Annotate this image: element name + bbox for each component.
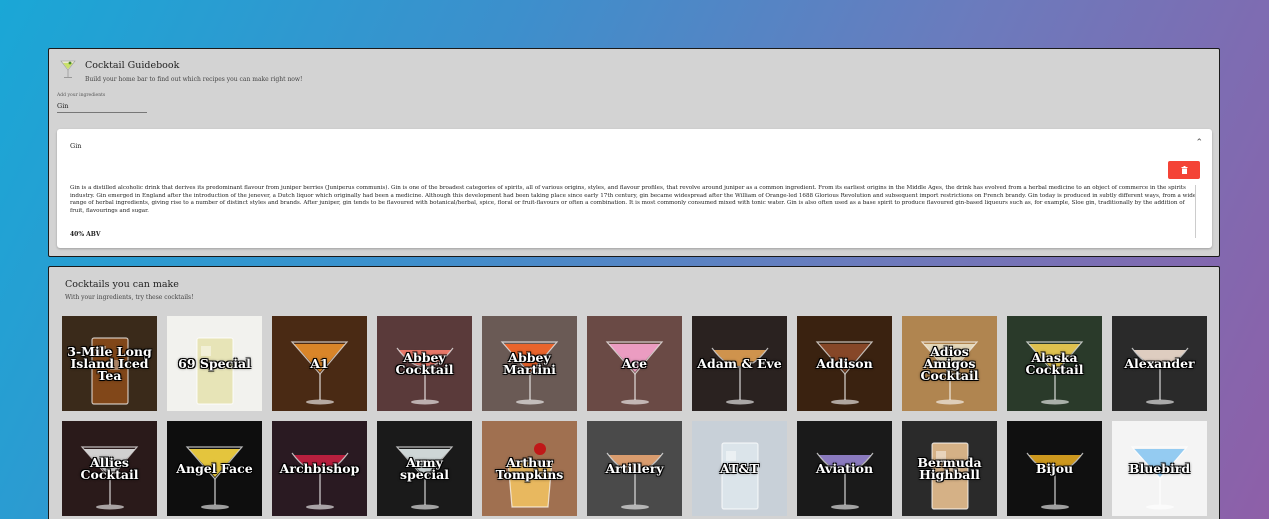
cocktail-name: Archbishop	[279, 460, 360, 476]
cocktail-tile[interactable]: Bijou	[1007, 421, 1102, 516]
martini-glass-icon	[60, 60, 76, 78]
description-scrollbar[interactable]	[1195, 185, 1199, 238]
chevron-up-icon[interactable]: ⌃	[1195, 138, 1203, 148]
ingredient-card-gin: Gin ⌃ Gin is a distilled alcoholic drink…	[57, 129, 1212, 248]
ingredient-input[interactable]	[57, 100, 147, 113]
ingredient-input-label: Add your ingredients	[57, 93, 106, 98]
cocktail-name: Alexander	[1124, 355, 1195, 371]
cocktail-tile[interactable]: Alaska Cocktail	[1007, 316, 1102, 411]
cocktail-tile[interactable]: Bermuda Highball	[902, 421, 997, 516]
cocktail-name: 69 Special	[178, 355, 251, 371]
cocktail-name: Angel Face	[176, 460, 253, 476]
cocktail-tile[interactable]: Bluebird	[1112, 421, 1207, 516]
cocktail-name: 3-Mile Long Island Iced Tea	[67, 343, 152, 383]
cocktail-tile[interactable]: Abbey Martini	[482, 316, 577, 411]
app-title: Cocktail Guidebook	[85, 60, 180, 71]
cocktail-tile[interactable]: 3-Mile Long Island Iced Tea	[62, 316, 157, 411]
cocktail-name: A1	[310, 355, 329, 371]
cocktail-tile[interactable]: 69 Special	[167, 316, 262, 411]
cocktail-name: Abbey Cocktail	[395, 349, 454, 377]
cocktail-grid: 3-Mile Long Island Iced Tea 69 Special A…	[62, 316, 1207, 516]
cocktail-tile[interactable]: Arthur Tompkins	[482, 421, 577, 516]
cocktail-tile[interactable]: Addison	[797, 316, 892, 411]
cocktail-name: Arthur Tompkins	[495, 454, 564, 482]
cocktail-tile[interactable]: Adam & Eve	[692, 316, 787, 411]
ingredient-description: Gin is a distilled alcoholic drink that …	[70, 185, 1197, 215]
cocktail-name: Adios Amigos Cocktail	[920, 343, 979, 383]
cocktail-tile[interactable]: A1	[272, 316, 367, 411]
cocktail-name: Addison	[816, 355, 873, 371]
cocktail-name: Bluebird	[1128, 460, 1191, 476]
cocktail-name: Artillery	[605, 460, 664, 476]
cocktail-tile[interactable]: Angel Face	[167, 421, 262, 516]
cocktail-name: Alaska Cocktail	[1025, 349, 1084, 377]
delete-ingredient-button[interactable]	[1168, 161, 1200, 179]
cocktail-name: Aviation	[815, 460, 874, 476]
ingredients-panel: Cocktail Guidebook Build your home bar t…	[48, 48, 1220, 257]
ingredient-abv: 40% ABV	[70, 231, 101, 238]
cocktail-name: Abbey Martini	[503, 349, 556, 377]
cocktail-tile[interactable]: Army special	[377, 421, 472, 516]
cocktails-panel: Cocktails you can make With your ingredi…	[48, 266, 1220, 519]
app-subtitle: Build your home bar to find out which re…	[85, 76, 303, 83]
cocktail-name: Ace	[621, 355, 648, 371]
trash-icon	[1181, 166, 1187, 174]
cocktail-tile[interactable]: Allies Cocktail	[62, 421, 157, 516]
cocktail-tile[interactable]: Adios Amigos Cocktail	[902, 316, 997, 411]
cocktail-tile[interactable]: Aviation	[797, 421, 892, 516]
cocktail-tile[interactable]: AT&T	[692, 421, 787, 516]
cocktail-name: Allies Cocktail	[80, 454, 139, 482]
cocktails-section-subtitle: With your ingredients, try these cocktai…	[65, 294, 194, 301]
cocktail-tile[interactable]: Archbishop	[272, 421, 367, 516]
cocktail-name: Adam & Eve	[697, 355, 782, 371]
cocktail-tile[interactable]: Artillery	[587, 421, 682, 516]
cocktail-tile[interactable]: Ace	[587, 316, 682, 411]
cocktail-name: AT&T	[720, 460, 759, 476]
ingredient-card-title[interactable]: Gin	[70, 142, 81, 150]
cocktail-name: Bijou	[1035, 460, 1074, 476]
cocktail-tile[interactable]: Alexander	[1112, 316, 1207, 411]
cocktail-name: Bermuda Highball	[917, 454, 982, 482]
cocktail-tile[interactable]: Abbey Cocktail	[377, 316, 472, 411]
cocktail-name: Army special	[400, 454, 449, 482]
cocktails-section-title: Cocktails you can make	[65, 279, 179, 290]
